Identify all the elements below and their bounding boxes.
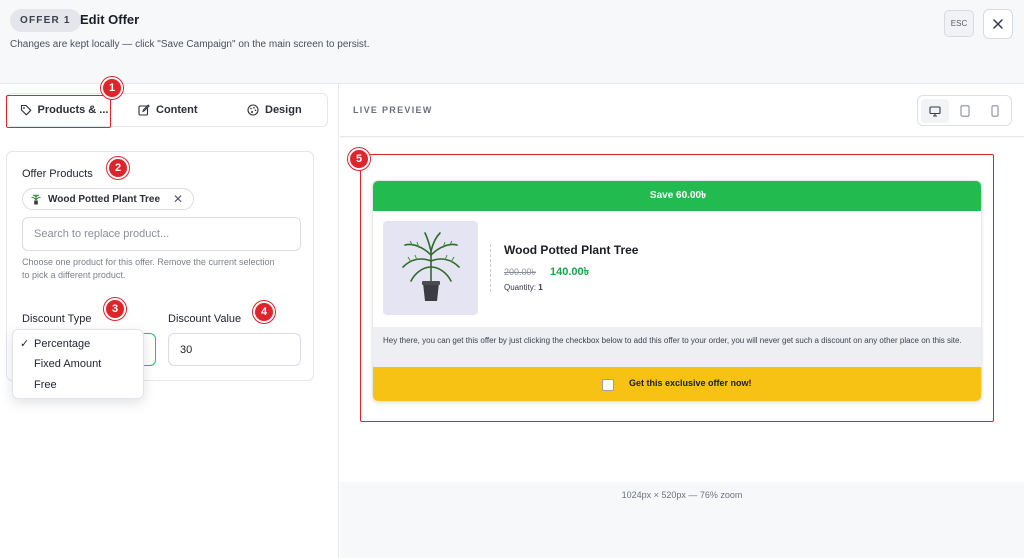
step-marker-5: 5 — [348, 148, 370, 170]
option-label: Percentage — [34, 338, 91, 350]
tab-content-label: Content — [156, 104, 198, 116]
close-icon — [993, 19, 1003, 29]
discount-value-input[interactable] — [168, 333, 301, 366]
esc-button[interactable]: ESC — [944, 10, 974, 37]
products-help-text: Choose one product for this offer. Remov… — [22, 257, 275, 280]
check-icon: ✓ — [20, 338, 30, 350]
plant-icon — [31, 194, 41, 205]
palette-icon — [247, 104, 259, 116]
discount-option-percentage[interactable]: ✓ Percentage — [13, 334, 143, 354]
modal-header: OFFER 1 Edit Offer Changes are kept loca… — [0, 0, 1024, 84]
step-marker-2: 2 — [107, 157, 129, 179]
discount-type-label: Discount Type — [22, 313, 92, 325]
remove-product-icon[interactable]: ✕ — [173, 192, 183, 206]
device-desktop-button[interactable] — [921, 99, 949, 123]
highlight-offer-preview — [360, 154, 994, 422]
device-switcher — [917, 95, 1012, 126]
preview-title: LIVE PREVIEW — [353, 105, 433, 115]
option-label: Fixed Amount — [34, 358, 102, 370]
step-marker-1: 1 — [101, 77, 123, 99]
header-subtitle: Changes are kept locally — click "Save C… — [10, 39, 370, 50]
edit-icon — [138, 104, 150, 116]
settings-panel: Products & ... Content Design Offer Prod… — [0, 84, 339, 558]
discount-value-label: Discount Value — [168, 313, 242, 325]
step-marker-3: 3 — [104, 298, 126, 320]
preview-toolbar: LIVE PREVIEW — [340, 84, 1024, 137]
selected-product-name: Wood Potted Plant Tree — [48, 193, 161, 205]
device-tablet-button[interactable] — [951, 99, 979, 123]
discount-option-fixed-amount[interactable]: Fixed Amount — [13, 354, 143, 374]
option-label: Free — [34, 379, 57, 391]
desktop-icon — [929, 105, 941, 117]
mobile-icon — [991, 105, 999, 117]
highlight-products-tab — [6, 95, 111, 128]
tab-design-label: Design — [265, 104, 302, 116]
tab-design[interactable]: Design — [247, 94, 302, 126]
discount-option-free[interactable]: Free — [13, 375, 143, 395]
device-mobile-button[interactable] — [981, 99, 1009, 123]
tab-content[interactable]: Content — [138, 94, 198, 126]
step-marker-4: 4 — [253, 301, 275, 323]
tablet-icon — [960, 105, 970, 117]
discount-type-dropdown: ✓ Percentage Fixed Amount Free — [12, 329, 144, 399]
close-button[interactable] — [983, 9, 1013, 39]
offer-products-label: Offer Products — [22, 168, 93, 180]
zoom-info: 1024px × 520px — 76% zoom — [621, 490, 743, 500]
selected-product-chip: Wood Potted Plant Tree ✕ — [22, 188, 195, 210]
page-title: Edit Offer — [80, 12, 140, 27]
product-search-input[interactable] — [22, 217, 301, 251]
offer-badge: OFFER 1 — [10, 9, 81, 32]
